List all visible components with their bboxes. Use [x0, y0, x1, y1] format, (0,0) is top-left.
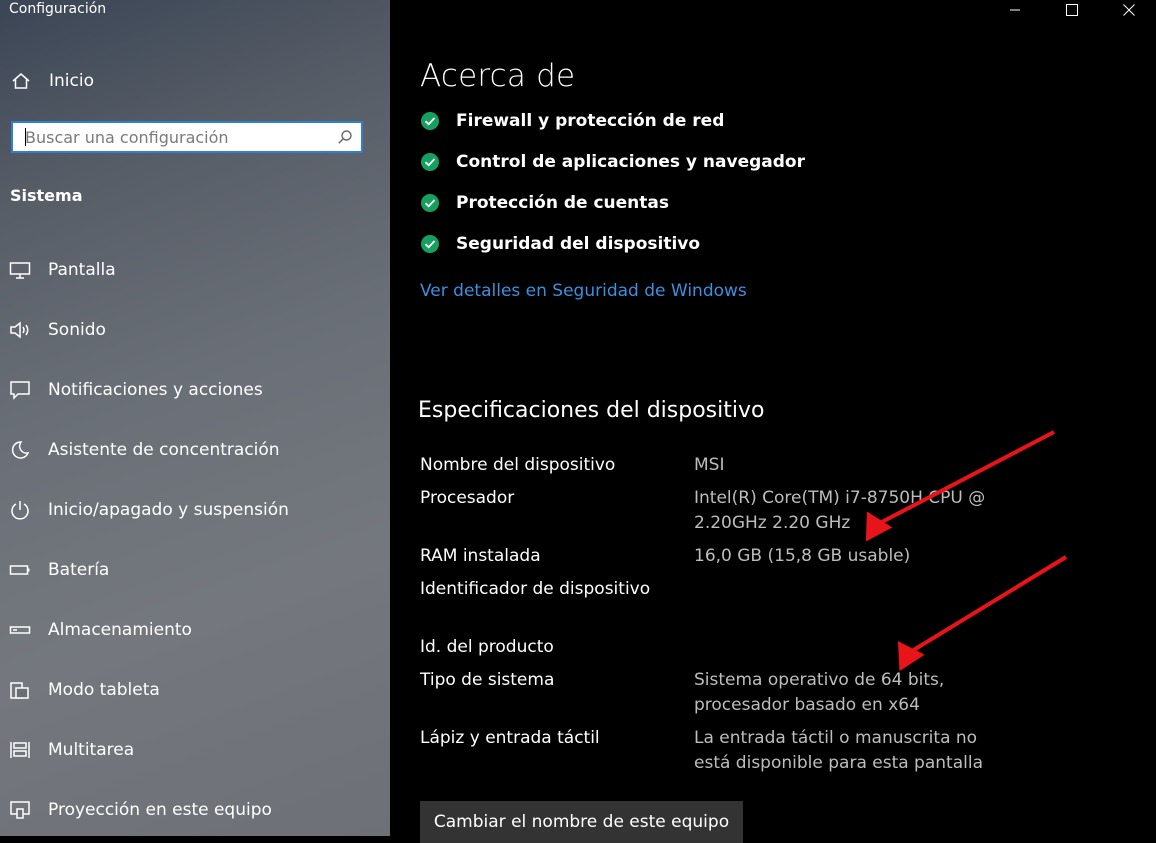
check-circle-icon	[421, 194, 439, 212]
spec-label-device-name: Nombre del dispositivo	[420, 455, 616, 475]
sidebar-item-multitasking[interactable]: Multitarea	[8, 735, 134, 765]
spec-value-device-name: MSI	[694, 455, 725, 475]
sidebar-item-label: Pantalla	[48, 260, 116, 280]
sidebar-item-label: Inicio	[49, 71, 94, 91]
search-icon[interactable]	[337, 129, 353, 145]
storage-icon	[8, 618, 32, 642]
projection-icon	[8, 798, 32, 822]
page-title: Acerca de	[420, 58, 576, 94]
specs-title: Especificaciones del dispositivo	[418, 398, 765, 423]
sidebar-item-storage[interactable]: Almacenamiento	[8, 615, 192, 645]
sidebar-item-battery[interactable]: Batería	[8, 555, 109, 585]
rename-pc-button[interactable]: Cambiar el nombre de este equipo	[420, 801, 743, 843]
spec-label-system-type: Tipo de sistema	[420, 670, 555, 690]
security-status-label: Control de aplicaciones y navegador	[456, 152, 805, 172]
sidebar-item-projection[interactable]: Proyección en este equipo	[8, 795, 272, 825]
sidebar-item-focus-assist[interactable]: Asistente de concentración	[8, 435, 280, 465]
spec-label-pen-touch: Lápiz y entrada táctil	[420, 728, 600, 748]
security-status-label: Firewall y protección de red	[456, 111, 725, 131]
sidebar-item-notifications[interactable]: Notificaciones y acciones	[8, 375, 263, 405]
monitor-icon	[8, 258, 32, 282]
spec-value-ram: 16,0 GB (15,8 GB usable)	[694, 546, 911, 566]
multitask-icon	[8, 738, 32, 762]
security-status-item: Firewall y protección de red	[420, 109, 724, 133]
spec-value-processor: Intel(R) Core(TM) i7-8750H CPU @ 2.20GHz…	[694, 488, 986, 533]
check-circle-icon	[421, 235, 439, 253]
sidebar-item-display[interactable]: Pantalla	[8, 255, 116, 285]
sidebar-item-label: Inicio/apagado y suspensión	[48, 500, 289, 520]
sidebar-item-sound[interactable]: Sonido	[8, 315, 106, 345]
tablet-icon	[8, 678, 32, 702]
search-input[interactable]	[25, 123, 325, 151]
sidebar-item-label: Sonido	[48, 320, 106, 340]
check-circle-icon	[421, 153, 439, 171]
spec-label-device-id: Identificador de dispositivo	[420, 579, 651, 599]
sidebar-item-label: Multitarea	[48, 740, 135, 760]
spec-label-processor: Procesador	[420, 488, 515, 508]
security-status-item: Protección de cuentas	[420, 191, 669, 215]
spec-value-system-type: Sistema operativo de 64 bits, procesador…	[694, 670, 945, 715]
spec-label-product-id: Id. del producto	[420, 637, 554, 657]
text-caret	[25, 128, 26, 146]
app-title: Configuración	[9, 1, 107, 17]
sidebar: Configuración Inicio Sistema Pantalla So…	[0, 0, 390, 836]
notification-icon	[8, 378, 32, 402]
spec-value-pen-touch: La entrada táctil o manuscrita no está d…	[694, 728, 983, 773]
sidebar-item-label: Asistente de concentración	[48, 440, 280, 460]
search-box	[11, 121, 363, 153]
check-circle-icon	[421, 112, 439, 130]
security-details-link[interactable]: Ver detalles en Seguridad de Windows	[420, 281, 747, 301]
security-status-item: Control de aplicaciones y navegador	[420, 150, 805, 174]
sidebar-item-label: Almacenamiento	[48, 620, 192, 640]
sidebar-item-home[interactable]: Inicio	[10, 68, 94, 94]
power-icon	[8, 498, 32, 522]
battery-icon	[8, 558, 32, 582]
sidebar-item-label: Proyección en este equipo	[48, 800, 272, 820]
security-status-item: Seguridad del dispositivo	[420, 232, 700, 256]
speaker-icon	[8, 318, 32, 342]
sidebar-item-tablet-mode[interactable]: Modo tableta	[8, 675, 160, 705]
main-content: Acerca de Firewall y protección de red C…	[390, 0, 1156, 843]
sidebar-item-label: Notificaciones y acciones	[48, 380, 263, 400]
sidebar-item-label: Batería	[48, 560, 110, 580]
sidebar-item-power-sleep[interactable]: Inicio/apagado y suspensión	[8, 495, 289, 525]
moon-icon	[8, 438, 32, 462]
sidebar-item-label: Modo tableta	[48, 680, 160, 700]
security-status-label: Seguridad del dispositivo	[456, 234, 701, 254]
sidebar-section-title: Sistema	[10, 186, 83, 205]
home-icon	[10, 70, 32, 92]
spec-label-ram: RAM instalada	[420, 546, 541, 566]
security-status-label: Protección de cuentas	[456, 193, 670, 213]
